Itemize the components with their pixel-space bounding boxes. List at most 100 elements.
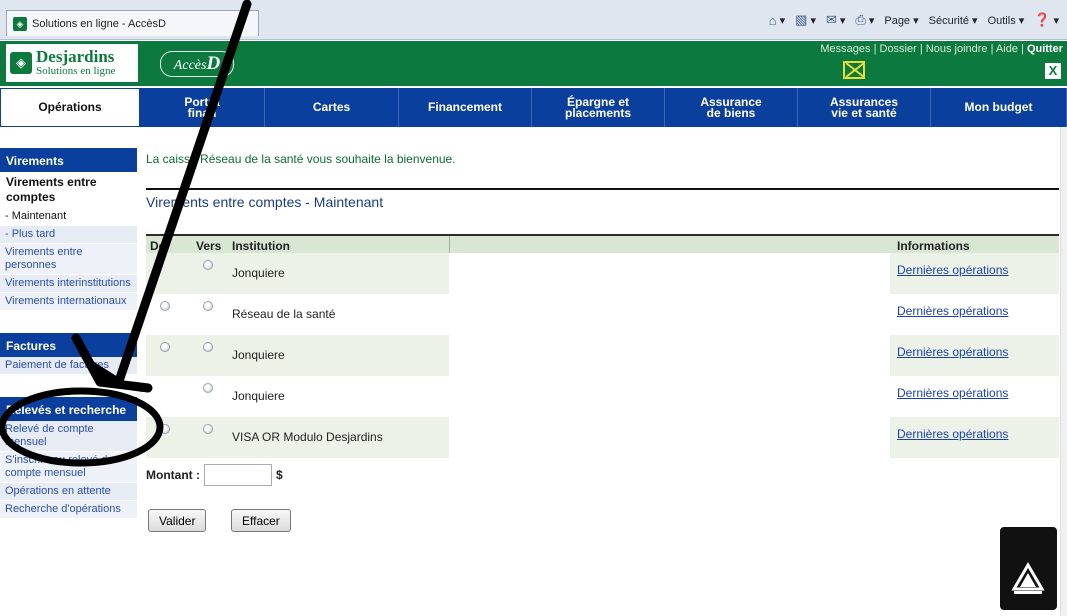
accesd-d: D bbox=[206, 53, 221, 74]
tab-title: Solutions en ligne - AccèsD bbox=[32, 17, 166, 30]
institution-name: Réseau de la santé bbox=[232, 307, 336, 321]
effacer-button[interactable]: Effacer bbox=[231, 509, 291, 532]
browser-tab-bar: ◈ Solutions en ligne - AccèsD ⌂ ▾ ▧ ▾ ✉ ▾ ⎙… bbox=[0, 0, 1067, 40]
sidebar-item-interinstitutions[interactable]: Virements interinstitutions bbox=[0, 275, 137, 293]
desjardins-hexagon-icon: ◈ bbox=[10, 52, 32, 74]
vers-radio[interactable] bbox=[203, 424, 213, 434]
de-radio[interactable] bbox=[160, 342, 170, 352]
messages-envelope-icon[interactable] bbox=[843, 61, 865, 79]
institution-name: VISA OR Modulo Desjardins bbox=[232, 430, 383, 444]
montant-label: Montant : bbox=[146, 468, 200, 482]
close-icon[interactable]: X bbox=[1045, 63, 1061, 79]
logo-tagline: Solutions en ligne bbox=[36, 65, 116, 77]
logo-name: Desjardins bbox=[36, 47, 115, 66]
help-icon: ❓ bbox=[1034, 12, 1051, 27]
nav-assurances-vie[interactable]: Assurances vie et santé bbox=[798, 88, 931, 127]
sidebar-item-plus-tard[interactable]: - Plus tard bbox=[0, 226, 137, 244]
table-row: Jonquiere Dernières opérations bbox=[146, 253, 1059, 294]
institution-name: Jonquiere bbox=[232, 266, 285, 280]
col-institution: Institution bbox=[232, 239, 290, 253]
institution-name: Jonquiere bbox=[232, 389, 285, 403]
dossier-link[interactable]: Dossier bbox=[880, 43, 917, 55]
dernieres-operations-link[interactable]: Dernières opérations bbox=[897, 386, 1008, 400]
nav-epargne[interactable]: Épargne et placements bbox=[532, 88, 665, 127]
dernieres-operations-link[interactable]: Dernières opérations bbox=[897, 263, 1008, 277]
nav-mon-budget[interactable]: Mon budget bbox=[931, 88, 1067, 127]
nav-portrait-label: Portra finan bbox=[184, 94, 220, 120]
desjardins-logo[interactable]: ◈ Desjardins Solutions en ligne bbox=[6, 44, 138, 82]
vertical-scrollbar[interactable] bbox=[1060, 127, 1067, 616]
sidebar-item-entre-personnes[interactable]: Virements entre personnes bbox=[0, 244, 137, 275]
vers-radio[interactable] bbox=[203, 383, 213, 393]
nous-joindre-link[interactable]: Nous joindre bbox=[926, 43, 988, 55]
sidebar-item-inscrire-releve[interactable]: S'inscrire au relevé de compte mensuel bbox=[0, 452, 137, 483]
col-vers: Vers bbox=[196, 239, 222, 253]
security-menu[interactable]: Sécurité ▾ bbox=[929, 14, 978, 27]
page-title: Virements entre comptes - Maintenant bbox=[146, 194, 384, 210]
dernieres-operations-link[interactable]: Dernières opérations bbox=[897, 345, 1008, 359]
sidebar-item-maintenant[interactable]: - Maintenant bbox=[0, 208, 137, 226]
rss-icon: ▧ bbox=[795, 12, 808, 27]
tools-menu[interactable]: Outils ▾ bbox=[988, 14, 1025, 27]
nav-financement[interactable]: Financement bbox=[399, 88, 532, 127]
welcome-message: La caisse Réseau de la santé vous souhai… bbox=[146, 152, 456, 166]
accessibility-logo-icon bbox=[1000, 527, 1057, 610]
vers-radio[interactable] bbox=[203, 260, 213, 270]
mail-button[interactable]: ✉ ▾ bbox=[826, 12, 845, 28]
table-row: VISA OR Modulo Desjardins Dernières opér… bbox=[146, 417, 1059, 458]
institution-name: Jonquiere bbox=[232, 348, 285, 362]
nav-portrait-financier[interactable]: Portra finan bbox=[140, 88, 265, 127]
page-menu[interactable]: Page ▾ bbox=[884, 14, 918, 27]
nav-assurances-vie-label: Assurances vie et santé bbox=[829, 94, 899, 120]
home-button[interactable]: ⌂ ▾ bbox=[769, 13, 785, 28]
dernieres-operations-link[interactable]: Dernières opérations bbox=[897, 427, 1008, 441]
accesd-logo: AccèsD bbox=[160, 51, 234, 77]
browser-command-bar: ⌂ ▾ ▧ ▾ ✉ ▾ ⎙ ▾ Page ▾ Sécurité ▾ Outils ▾ ❓… bbox=[769, 12, 1059, 28]
sidebar-head-factures[interactable]: Factures bbox=[0, 333, 137, 357]
desjardins-favicon-icon: ◈ bbox=[13, 16, 27, 31]
valider-button[interactable]: Valider bbox=[148, 509, 207, 532]
montant-group: Montant : $ bbox=[146, 464, 283, 486]
sidebar-item-releve-mensuel[interactable]: Relevé de compte mensuel bbox=[0, 421, 137, 452]
sidebar-item-recherche-operations[interactable]: Recherche d'opérations bbox=[0, 501, 137, 519]
accessibility-logo-graphic bbox=[1011, 562, 1045, 594]
nav-assurance-biens[interactable]: Assurance de biens bbox=[665, 88, 798, 127]
aide-link[interactable]: Aide bbox=[996, 43, 1018, 55]
de-radio[interactable] bbox=[160, 424, 170, 434]
col-informations: Informations bbox=[897, 239, 970, 253]
vers-radio[interactable] bbox=[203, 301, 213, 311]
de-radio[interactable] bbox=[160, 301, 170, 311]
help-button[interactable]: ❓ ▾ bbox=[1034, 12, 1059, 28]
sidebar-head-virements[interactable]: Virements bbox=[0, 148, 137, 172]
site-header: ◈ Desjardins Solutions en ligne AccèsD M… bbox=[0, 41, 1067, 86]
row-bg bbox=[146, 335, 449, 376]
nav-operations[interactable]: Opérations bbox=[0, 88, 140, 127]
sidebar-virements-entre-comptes[interactable]: Virements entre comptes bbox=[0, 172, 137, 208]
printer-icon: ⎙ bbox=[855, 12, 866, 27]
table-row: Réseau de la santé Dernières opérations bbox=[146, 294, 1059, 335]
sidebar-item-paiement-factures[interactable]: Paiement de factures bbox=[0, 357, 137, 375]
feeds-button[interactable]: ▧ ▾ bbox=[795, 12, 816, 28]
nav-cartes[interactable]: Cartes bbox=[265, 88, 399, 127]
table-row: Jonquiere Dernières opérations bbox=[146, 376, 1059, 417]
sidebar-head-releves[interactable]: Relevés et recherche bbox=[0, 397, 137, 421]
browser-tab[interactable]: ◈ Solutions en ligne - AccèsD bbox=[6, 10, 259, 36]
header-links: Messages | Dossier | Nous joindre | Aide… bbox=[820, 43, 1063, 55]
home-icon: ⌂ bbox=[768, 12, 777, 28]
main-navigation: Opérations Portra finan Cartes Financemen… bbox=[0, 86, 1067, 127]
dernieres-operations-link[interactable]: Dernières opérations bbox=[897, 304, 1008, 318]
accesd-text: Accès bbox=[173, 58, 207, 73]
sidebar: Virements Virements entre comptes - Main… bbox=[0, 148, 137, 519]
print-button[interactable]: ⎙ ▾ bbox=[855, 12, 874, 28]
quitter-link[interactable]: Quitter bbox=[1027, 43, 1063, 55]
currency-label: $ bbox=[275, 468, 283, 482]
messages-link[interactable]: Messages bbox=[820, 43, 870, 55]
envelope-icon: ✉ bbox=[825, 12, 837, 27]
col-de: De bbox=[150, 239, 166, 253]
sidebar-item-operations-attente[interactable]: Opérations en attente bbox=[0, 483, 137, 501]
sidebar-item-internationaux[interactable]: Virements internationaux bbox=[0, 293, 137, 311]
vers-radio[interactable] bbox=[203, 342, 213, 352]
table-header: De Vers Institution Informations bbox=[146, 234, 1059, 253]
montant-input[interactable] bbox=[203, 464, 272, 486]
